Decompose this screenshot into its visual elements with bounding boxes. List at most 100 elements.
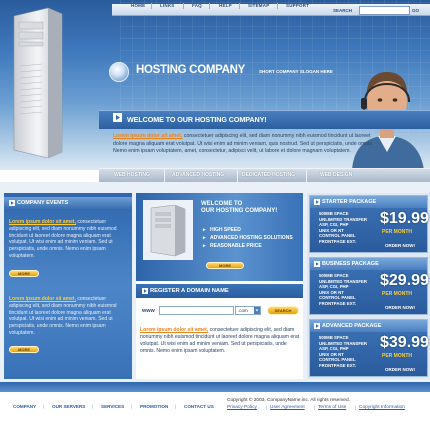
server-image bbox=[143, 200, 193, 260]
footer-link-contact[interactable]: CONTACT US bbox=[184, 404, 214, 409]
order-now-button[interactable]: ORDER NOW! bbox=[385, 367, 415, 372]
arrow-right-icon bbox=[113, 113, 122, 122]
order-now-button[interactable]: ORDER NOW! bbox=[385, 305, 415, 310]
copyright-info-link[interactable]: Copyright Information bbox=[359, 405, 405, 410]
domain-paragraph: Lorem ipsum dolor sit amet, consectetuer… bbox=[140, 327, 300, 355]
event-item: Lorem ipsum dolor sit amet, consectetuer… bbox=[9, 296, 128, 337]
nav-home[interactable]: HOME bbox=[131, 3, 145, 8]
arrow-right-icon bbox=[142, 288, 148, 294]
footer-divider: | bbox=[43, 404, 45, 409]
search-input[interactable] bbox=[359, 6, 410, 15]
more-button[interactable]: MORE bbox=[9, 346, 39, 353]
nav-divider bbox=[183, 3, 184, 9]
arrow-right-icon bbox=[9, 200, 15, 206]
package-price: $19.99 bbox=[380, 210, 429, 227]
terms-of-use-link[interactable]: Terms of Use bbox=[318, 405, 346, 410]
nav-divider bbox=[239, 3, 240, 9]
package-feature: FRONTPAGE EXT. bbox=[319, 362, 356, 368]
feature-bullet: ▸ bbox=[203, 235, 206, 241]
welcome-link[interactable]: Lorem ipsum dolor sit amet, bbox=[113, 133, 182, 139]
package-feature: FRONTPAGE EXT. bbox=[319, 300, 356, 306]
package-features: 500MB SPACE UNLIMITED TRANSFER ASP, CGI,… bbox=[319, 211, 367, 245]
domain-title: REGISTER A DOMAIN NAME bbox=[150, 288, 229, 294]
event-link[interactable]: Lorem ipsum dolor sit amet, bbox=[9, 296, 76, 302]
footer-divider: | bbox=[131, 404, 133, 409]
welcome-paragraph: Lorem ipsum dolor sit amet, consectetuer… bbox=[113, 133, 378, 156]
search-label: SEARCH bbox=[333, 8, 353, 13]
package-title: ADVANCED PACKAGE bbox=[322, 323, 382, 329]
footer-divider: | bbox=[92, 404, 94, 409]
package-price: $29.99 bbox=[380, 272, 429, 289]
tab-web-design[interactable]: WEB DESIGN bbox=[320, 172, 352, 178]
domain-link[interactable]: Lorem ipsum dolor sit amet, bbox=[140, 327, 208, 333]
arrow-right-icon bbox=[314, 261, 320, 267]
footer-link-servers[interactable]: OUR SERVERS bbox=[52, 404, 85, 409]
footer-divider: | bbox=[314, 405, 316, 410]
www-label: www bbox=[142, 308, 155, 314]
arrow-right-icon bbox=[314, 199, 320, 205]
nav-help[interactable]: HELP bbox=[219, 3, 232, 8]
more-button[interactable]: MORE bbox=[206, 262, 244, 269]
package-features: 500MB SPACE UNLIMITED TRANSFER ASP, CGI,… bbox=[319, 273, 367, 307]
nav-sitemap[interactable]: SITEMAP bbox=[248, 3, 269, 8]
nav-divider bbox=[151, 3, 152, 9]
tab-web-hosting[interactable]: WEB HOSTING bbox=[114, 172, 150, 178]
server-tower-image bbox=[13, 7, 63, 158]
footer-divider: | bbox=[355, 405, 357, 410]
package-per-month: PER MONTH bbox=[382, 291, 412, 297]
nav-divider bbox=[277, 3, 278, 9]
event-item: Lorem ipsum dolor sit amet, consectetuer… bbox=[9, 219, 128, 260]
feature-bullet: ▸ bbox=[203, 243, 206, 249]
company-slogan: SHORT COMPANY SLOGAN HERE bbox=[259, 69, 333, 74]
logo-text: HOSTING COMPANY bbox=[136, 64, 246, 76]
domain-input[interactable] bbox=[159, 306, 234, 315]
nav-support[interactable]: SUPPORT bbox=[286, 3, 309, 8]
package-card-business: BUSINESS PACKAGE 500MB SPACE UNLIMITED T… bbox=[309, 257, 429, 315]
privacy-policy-link[interactable]: Privacy Policy bbox=[227, 405, 257, 410]
package-title: BUSINESS PACKAGE bbox=[322, 261, 379, 267]
package-card-advanced: ADVANCED PACKAGE 500MB SPACE UNLIMITED T… bbox=[309, 319, 429, 377]
more-button[interactable]: MORE bbox=[9, 270, 39, 277]
feature-item: REASONABLE PRICE bbox=[210, 243, 262, 249]
feature-item: ADVANCED HOSTING SOLUTIONS bbox=[210, 235, 293, 241]
feature-bullet: ▸ bbox=[203, 227, 206, 233]
event-text: consectetuer adipiscing elit, sed diam n… bbox=[9, 219, 117, 259]
package-price: $39.99 bbox=[380, 334, 429, 351]
package-per-month: PER MONTH bbox=[382, 229, 412, 235]
footer-link-services[interactable]: SERVICES bbox=[101, 404, 124, 409]
main-nav-divider bbox=[237, 168, 238, 182]
footer-link-promotion[interactable]: PROMOTION bbox=[140, 404, 168, 409]
footer-link-company[interactable]: COMPANY bbox=[13, 404, 36, 409]
promo-title-line1: WELCOME TO bbox=[201, 201, 243, 207]
nav-divider bbox=[209, 3, 210, 9]
event-text: consectetuer adipiscing elit, sed diam n… bbox=[9, 296, 117, 336]
footer-divider: | bbox=[175, 404, 177, 409]
user-agreement-link[interactable]: User Agreement bbox=[270, 405, 305, 410]
arrow-right-icon bbox=[314, 323, 320, 329]
go-button[interactable]: GO bbox=[412, 8, 419, 13]
main-nav-divider bbox=[306, 168, 307, 182]
logo-icon bbox=[109, 62, 129, 82]
footer-band bbox=[0, 382, 430, 392]
package-title: STARTER PACKAGE bbox=[322, 199, 377, 205]
package-per-month: PER MONTH bbox=[382, 353, 412, 359]
nav-links[interactable]: LINKS bbox=[160, 3, 175, 8]
main-nav-divider bbox=[164, 168, 165, 182]
domain-search-button[interactable]: SEARCH bbox=[267, 306, 299, 315]
promo-title-line2: OUR HOSTING COMPANY! bbox=[201, 208, 278, 214]
tab-dedicated-hosting[interactable]: DEDICATED HOSTING bbox=[242, 172, 295, 178]
feature-item: HIGH SPEED bbox=[210, 227, 241, 233]
promo-title: WELCOME TO OUR HOSTING COMPANY! bbox=[201, 201, 277, 215]
footer-divider: | bbox=[266, 405, 268, 410]
package-card-starter: STARTER PACKAGE 500MB SPACE UNLIMITED TR… bbox=[309, 195, 429, 253]
events-title: COMPANY EVENTS bbox=[17, 200, 69, 206]
nav-faq[interactable]: FAQ bbox=[192, 3, 202, 8]
order-now-button[interactable]: ORDER NOW! bbox=[385, 243, 415, 248]
event-link[interactable]: Lorem ipsum dolor sit amet, bbox=[9, 219, 76, 225]
welcome-title: WELCOME TO OUR HOSTING COMPANY! bbox=[127, 115, 267, 124]
tab-advanced-hosting[interactable]: ADVANCED HOSTING bbox=[172, 172, 224, 178]
copyright-text: Copyright © 2003, CompanyName.inc. All r… bbox=[227, 398, 350, 403]
chevron-down-icon[interactable] bbox=[254, 307, 260, 314]
package-feature: FRONTPAGE EXT. bbox=[319, 238, 356, 244]
package-features: 500MB SPACE UNLIMITED TRANSFER ASP, CGI,… bbox=[319, 335, 367, 369]
